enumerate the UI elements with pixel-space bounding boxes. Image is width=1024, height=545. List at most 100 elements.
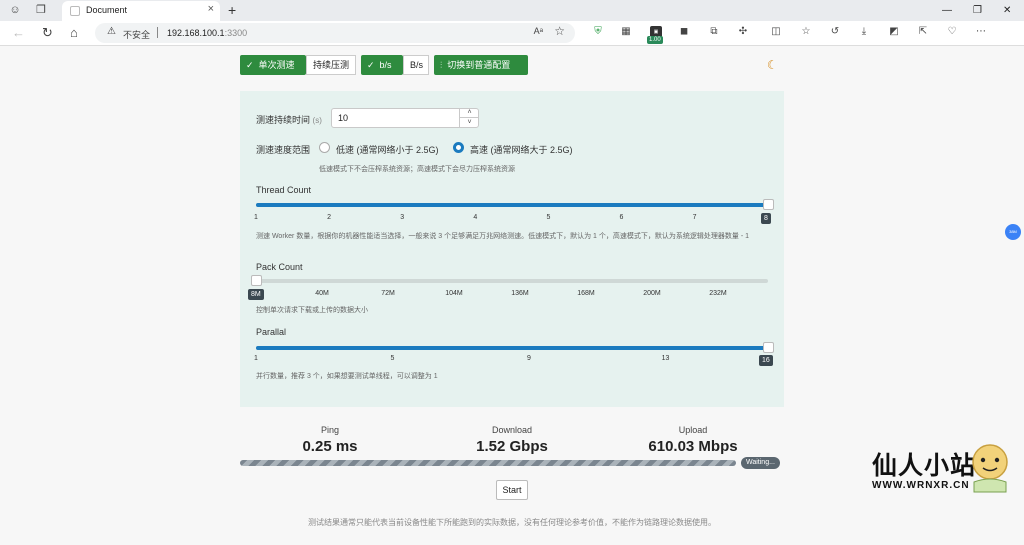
- slider-handle[interactable]: [763, 342, 774, 353]
- tab-bar: ☺ ❐ Document × + — ❐ ✕: [0, 0, 1024, 21]
- slider-tick-label: 6: [619, 214, 624, 221]
- slider-tick-label: 232M: [709, 290, 727, 297]
- slider-tick-label: 7: [692, 214, 697, 221]
- slider-tick-label: 168M: [577, 290, 595, 297]
- settings-panel: 测速持续时间 (s) 10 ˄ ˅ 测速速度范围 低速 (通常网络小于 2.5G…: [240, 91, 784, 407]
- performance-icon[interactable]: ♡: [946, 26, 958, 38]
- workspaces-icon[interactable]: ❐: [34, 0, 48, 21]
- address-bar[interactable]: ⚠ 不安全 192.168.100.1:3300 Aᵃ ☆: [95, 23, 575, 43]
- collections-icon[interactable]: ◩: [888, 26, 900, 38]
- slider-fill: [256, 346, 768, 350]
- pack-hint: 控制单次请求下载或上传的数据大小: [256, 307, 368, 314]
- page-icon: [70, 6, 80, 16]
- slider-tick-label: 3: [400, 214, 405, 221]
- mascot-logo-icon: [972, 444, 1008, 493]
- slider-tick-label: 104M: [445, 290, 463, 297]
- extensions-icon[interactable]: ✣: [737, 26, 749, 38]
- parallel-value-badge: 16: [759, 355, 773, 366]
- close-tab-icon[interactable]: ×: [208, 3, 214, 15]
- slider-tick-label: 5: [546, 214, 551, 221]
- tab-title: Document: [86, 5, 128, 15]
- download-value: 1.52 Gbps: [476, 438, 548, 455]
- watermark-url: WWW.WRNXR.CN: [872, 480, 970, 491]
- slider-tick-label: 5: [390, 355, 395, 362]
- switch-config-button[interactable]: ⫶ 切换到普通配置: [434, 55, 528, 75]
- moon-icon[interactable]: ☾: [767, 58, 778, 72]
- address-toolbar: ← ↻ ⌂ ⚠ 不安全 192.168.100.1:3300 Aᵃ ☆ ⛨ ▦ …: [0, 21, 1024, 61]
- range-label: 测速速度范围: [256, 145, 311, 155]
- share-icon[interactable]: ⇱: [917, 26, 929, 38]
- restore-icon[interactable]: ❐: [973, 0, 982, 21]
- slider-handle[interactable]: [763, 199, 774, 210]
- status-badge: Waiting...: [741, 457, 780, 469]
- back-icon[interactable]: ←: [12, 24, 25, 42]
- disclaimer: 测试结果通常只能代表当前设备性能下所能跑到的实际数据，没有任何理论参考价值，不能…: [308, 518, 716, 527]
- watermark-title: 仙人小站: [872, 452, 977, 480]
- tab-document[interactable]: Document ×: [62, 1, 220, 21]
- download-icon[interactable]: ⤓: [858, 26, 870, 38]
- slider-tick-label: 1: [254, 355, 258, 362]
- profile-icon[interactable]: ☺: [8, 0, 22, 21]
- slider-fill: [256, 203, 768, 207]
- pack-count-slider[interactable]: [251, 275, 768, 286]
- pack-value-badge: 8M: [248, 289, 264, 300]
- chevron-up-icon[interactable]: ˄: [460, 108, 479, 118]
- ping-label: Ping: [320, 425, 339, 435]
- home-icon[interactable]: ⌂: [70, 24, 78, 42]
- unit-bits-button[interactable]: ✓ b/s: [361, 55, 403, 75]
- pack-count-label: Pack Count: [256, 262, 303, 272]
- insecure-label: 不安全: [123, 30, 151, 40]
- sliders-icon: ⫶: [440, 60, 443, 70]
- duration-stepper[interactable]: ˄ ˅: [459, 108, 479, 128]
- low-speed-label: 低速 (通常网络小于 2.5G): [336, 145, 439, 155]
- check-icon: ✓: [367, 60, 375, 70]
- duration-input[interactable]: 10: [331, 108, 479, 128]
- read-aloud-icon[interactable]: Aᵃ: [534, 26, 543, 36]
- qr-extension-icon[interactable]: ▦: [620, 26, 632, 38]
- slider-tick-label: 40M: [315, 290, 329, 297]
- slider-tick-label: 13: [661, 355, 670, 362]
- slider-tick-label: 1: [254, 214, 258, 221]
- slider-handle[interactable]: [251, 275, 262, 286]
- continuous-test-button[interactable]: 持续压测: [306, 55, 356, 75]
- chevron-down-icon[interactable]: ˅: [460, 118, 479, 128]
- slider-tick-label: 200M: [643, 290, 661, 297]
- speedtest-page: ✓ 单次测速 持续压测 ✓ b/s B/s ⫶ 切换到普通配置 ☾ 测速持续时间 (s…: [0, 46, 1024, 545]
- side-widget-badge[interactable]: 38M: [1005, 224, 1021, 240]
- new-tab-icon[interactable]: +: [228, 0, 236, 21]
- favorites-icon[interactable]: ☆: [800, 26, 812, 38]
- copy-extension-icon[interactable]: ⧉: [708, 26, 720, 38]
- high-speed-radio[interactable]: [453, 142, 464, 153]
- warning-icon[interactable]: ⚠: [107, 26, 116, 37]
- parallel-slider[interactable]: [256, 342, 774, 353]
- upload-value: 610.03 Mbps: [648, 438, 738, 455]
- refresh-icon[interactable]: ↻: [42, 24, 53, 42]
- unit-bytes-button[interactable]: B/s: [403, 55, 429, 75]
- slider-tick-label: 9: [527, 355, 531, 362]
- thread-count-label: Thread Count: [256, 185, 312, 195]
- single-test-button[interactable]: ✓ 单次测速: [240, 55, 306, 75]
- menu-icon[interactable]: ⋯: [975, 26, 987, 38]
- start-button[interactable]: Start: [496, 480, 528, 500]
- url-text: 192.168.100.1:3300: [167, 28, 248, 38]
- puzzle-extension-icon[interactable]: ◼: [678, 26, 690, 38]
- parallel-hint: 并行数量，推荐 3 个，如果想要测试单线程，可以调整为 1: [256, 373, 438, 380]
- slider-tick-label: 72M: [381, 290, 395, 297]
- shield-extension-icon[interactable]: ⛨: [592, 26, 604, 38]
- thread-count-slider[interactable]: [256, 199, 774, 210]
- split-screen-icon[interactable]: ◫: [770, 26, 782, 38]
- thread-value-badge: 8: [761, 213, 771, 224]
- duration-label: 测速持续时间 (s): [256, 115, 322, 125]
- history-icon[interactable]: ↺: [829, 26, 841, 38]
- favorite-star-icon[interactable]: ☆: [554, 24, 565, 38]
- parallel-label: Parallal: [256, 327, 287, 337]
- close-window-icon[interactable]: ✕: [1003, 0, 1011, 21]
- low-speed-radio[interactable]: [319, 142, 330, 153]
- range-hint: 低速模式下不会压榨系统资源；高速模式下会尽力压榨系统资源: [319, 166, 515, 173]
- minimize-icon[interactable]: —: [942, 0, 952, 21]
- download-label: Download: [491, 425, 533, 435]
- extension-badge: 1.00: [647, 36, 663, 44]
- ping-value: 0.25 ms: [302, 438, 358, 455]
- high-speed-label: 高速 (通常网络大于 2.5G): [470, 145, 573, 155]
- slider-tick-label: 4: [473, 214, 478, 221]
